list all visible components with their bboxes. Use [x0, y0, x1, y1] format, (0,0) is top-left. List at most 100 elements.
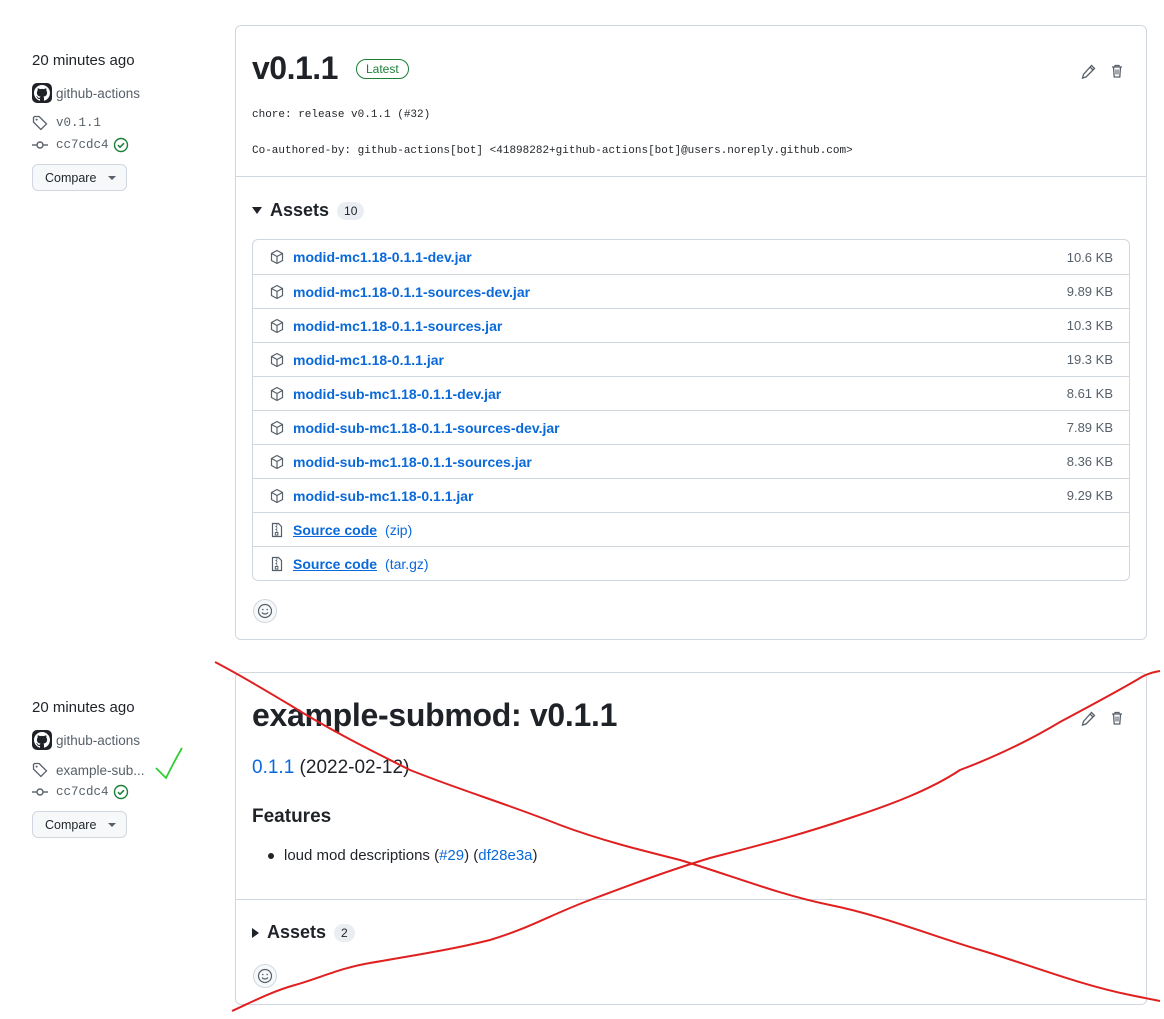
file-zip-icon: [269, 522, 285, 538]
verified-check-icon[interactable]: [113, 137, 129, 153]
assets-toggle[interactable]: Assets 2: [252, 922, 355, 943]
triangle-down-icon: [252, 207, 262, 214]
release-time: 20 minutes ago: [32, 699, 135, 716]
tag-row[interactable]: v0.1.1: [32, 115, 101, 131]
file-zip-icon: [269, 556, 285, 572]
assets-list: modid-mc1.18-0.1.1-dev.jar 10.6 KB modid-m…: [252, 239, 1130, 581]
assets-label: Assets: [270, 200, 330, 220]
package-icon: [269, 249, 285, 265]
release-title[interactable]: example-submod: v0.1.1: [252, 697, 617, 734]
asset-row: modid-mc1.18-0.1.1-sources-dev.jar 9.89 K…: [253, 274, 1129, 308]
list-item: loud mod descriptions ( #29 ) ( df28e3a …: [268, 847, 538, 864]
asset-link[interactable]: modid-mc1.18-0.1.1.jar: [293, 352, 444, 368]
asset-row: modid-sub-mc1.18-0.1.1-sources.jar 8.36 K…: [253, 444, 1129, 478]
author-row[interactable]: github-actions: [32, 730, 140, 750]
release-time: 20 minutes ago: [32, 52, 135, 69]
source-code-link[interactable]: Source code: [293, 556, 377, 572]
compare-label: Compare: [45, 817, 97, 832]
author-name: github-actions: [56, 85, 141, 101]
asset-link[interactable]: modid-mc1.18-0.1.1-sources-dev.jar: [293, 284, 530, 300]
divider: [236, 176, 1146, 177]
asset-size: 7.89 KB: [1066, 420, 1113, 435]
asset-link[interactable]: modid-sub-mc1.18-0.1.1-dev.jar: [293, 386, 501, 402]
git-commit-icon: [32, 137, 48, 153]
package-icon: [269, 454, 285, 470]
compare-button[interactable]: Compare: [32, 164, 127, 191]
commit-row[interactable]: cc7cdc4: [32, 137, 129, 153]
asset-row: modid-mc1.18-0.1.1-sources.jar 10.3 KB: [253, 308, 1129, 342]
source-code-row: Source code (zip): [253, 512, 1129, 546]
asset-row: modid-sub-mc1.18-0.1.1-dev.jar 8.61 KB: [253, 376, 1129, 410]
version-heading: 0.1.1 (2022-02-12): [252, 757, 409, 779]
pr-link[interactable]: #29: [439, 847, 464, 864]
add-reaction-button[interactable]: [253, 599, 277, 623]
assets-toggle[interactable]: Assets 10: [252, 200, 365, 221]
commit-row[interactable]: cc7cdc4: [32, 784, 129, 800]
package-icon: [269, 488, 285, 504]
asset-link[interactable]: modid-sub-mc1.18-0.1.1-sources.jar: [293, 454, 532, 470]
feature-text: loud mod descriptions (: [284, 847, 440, 864]
github-mark-icon: [32, 730, 52, 750]
pencil-icon[interactable]: [1080, 64, 1098, 82]
package-icon: [269, 386, 285, 402]
github-mark-icon: [32, 83, 52, 103]
author-row[interactable]: github-actions: [32, 83, 140, 103]
source-code-ext: (tar.gz): [385, 555, 429, 572]
chevron-down-icon: [108, 822, 117, 827]
tag-row[interactable]: example-sub...: [32, 762, 145, 778]
feature-end: ): [532, 847, 538, 864]
asset-size: 8.36 KB: [1066, 454, 1113, 469]
asset-size: 10.6 KB: [1066, 249, 1113, 265]
asset-row: modid-sub-mc1.18-0.1.1.jar 9.29 KB: [253, 478, 1129, 512]
trash-icon[interactable]: [1109, 710, 1127, 728]
assets-count: 10: [337, 201, 365, 220]
release-card: v0.1.1 Latest chore: release v0.1.1 (#32…: [235, 25, 1147, 640]
latest-badge: Latest: [355, 58, 409, 79]
author-name: github-actions: [56, 732, 141, 748]
asset-link[interactable]: modid-mc1.18-0.1.1-dev.jar: [293, 249, 472, 265]
package-icon: [269, 420, 285, 436]
release-title[interactable]: v0.1.1: [252, 50, 338, 87]
compare-button[interactable]: Compare: [32, 811, 127, 838]
asset-size: 9.89 KB: [1066, 284, 1113, 299]
tag-icon: [32, 762, 48, 778]
asset-link[interactable]: modid-sub-mc1.18-0.1.1.jar: [293, 488, 474, 504]
asset-link[interactable]: modid-sub-mc1.18-0.1.1-sources-dev.jar: [293, 420, 560, 436]
compare-label: Compare: [45, 170, 97, 185]
source-code-row: Source code (tar.gz): [253, 546, 1129, 580]
asset-link[interactable]: modid-mc1.18-0.1.1-sources.jar: [293, 318, 502, 334]
commit-sha: cc7cdc4: [56, 785, 109, 799]
release-body-line: chore: release v0.1.1 (#32): [252, 109, 431, 121]
divider: [236, 899, 1146, 900]
package-icon: [269, 352, 285, 368]
release-card: example-submod: v0.1.1 0.1.1 (2022-02-12…: [235, 672, 1147, 1005]
asset-size: 10.3 KB: [1066, 318, 1113, 333]
smiley-icon: [257, 968, 273, 984]
release-header: v0.1.1 Latest: [252, 50, 409, 87]
package-icon: [269, 284, 285, 300]
version-date: (2022-02-12): [299, 757, 410, 778]
features-heading: Features: [252, 806, 332, 827]
pencil-icon[interactable]: [1080, 711, 1098, 729]
add-reaction-button[interactable]: [253, 964, 277, 988]
release-body-line: Co-authored-by: github-actions[bot] <418…: [252, 145, 853, 157]
commit-link[interactable]: df28e3a: [478, 847, 532, 864]
asset-row: modid-mc1.18-0.1.1-dev.jar 10.6 KB: [253, 240, 1129, 274]
chevron-down-icon: [108, 175, 117, 180]
verified-check-icon[interactable]: [113, 784, 129, 800]
tag-name: example-sub...: [56, 762, 145, 778]
asset-size: 8.61 KB: [1066, 386, 1113, 401]
tag-name: v0.1.1: [56, 116, 102, 130]
version-link[interactable]: 0.1.1: [252, 757, 294, 778]
package-icon: [269, 318, 285, 334]
check-annotation: [155, 747, 183, 780]
source-code-ext: (zip): [385, 521, 413, 538]
smiley-icon: [257, 603, 273, 619]
trash-icon[interactable]: [1109, 63, 1127, 81]
source-code-link[interactable]: Source code: [293, 522, 377, 538]
tag-icon: [32, 115, 48, 131]
asset-row: modid-mc1.18-0.1.1.jar 19.3 KB: [253, 342, 1129, 376]
commit-sha: cc7cdc4: [56, 138, 109, 152]
asset-size: 19.3 KB: [1066, 352, 1113, 367]
bullet-dot: [268, 852, 274, 859]
